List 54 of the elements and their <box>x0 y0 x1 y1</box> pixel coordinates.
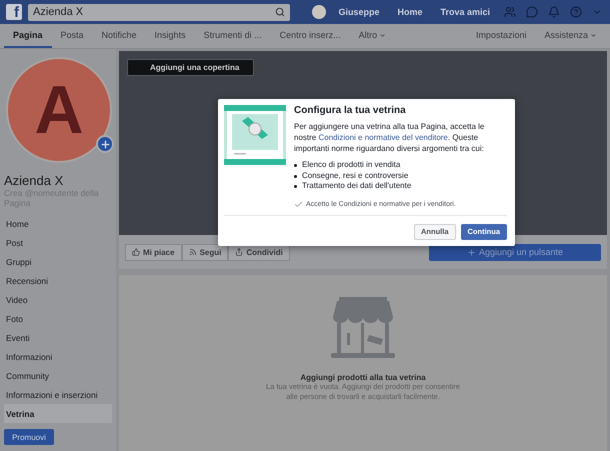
dialog-text: Per aggiungere una vetrina alla tua Pagina, accetta le nostre Condizioni e normative del venditore. Queste importanti norme riguardano diversi argomenti tra cui: <box>294 122 486 154</box>
sidebar-item[interactable]: Video <box>4 290 112 310</box>
bullet-item: Trattamento dei dati dell'utente <box>294 181 507 192</box>
promote-button[interactable]: Promuovi <box>4 429 54 446</box>
page-tab[interactable]: Insights <box>146 24 195 48</box>
page-tab[interactable]: Posta <box>52 24 93 48</box>
page-tab[interactable]: Assistenza <box>535 24 606 48</box>
storefront-icon <box>331 297 395 359</box>
friends-icon[interactable] <box>502 6 518 18</box>
sidebar-item[interactable]: Informazioni e inserzioni <box>4 385 112 404</box>
page-tab[interactable]: Strumenti di ... <box>194 24 271 48</box>
nav-link[interactable]: Trova amici <box>434 7 496 17</box>
bell-icon[interactable] <box>546 6 562 18</box>
add-button[interactable]: Aggiungi un pulsante <box>429 244 601 260</box>
watch-product-illustration <box>224 105 286 165</box>
check-icon[interactable] <box>294 200 303 209</box>
rss-icon <box>188 248 197 256</box>
facebook-logo[interactable]: f <box>6 4 22 20</box>
nav-link[interactable]: Home <box>391 7 428 17</box>
caret-icon <box>379 32 386 38</box>
profile-picture[interactable]: A <box>6 57 112 163</box>
sidebar-item[interactable]: Informazioni <box>4 347 112 366</box>
thumbs-up-icon <box>132 248 140 256</box>
sidebar-item[interactable]: Vetrina <box>4 404 112 424</box>
caret-icon <box>590 32 597 38</box>
add-photo-icon[interactable] <box>96 135 114 153</box>
sidebar-item[interactable]: Eventi <box>4 328 112 348</box>
sidebar-item[interactable]: Community <box>4 366 112 386</box>
action-button[interactable]: Segui <box>182 244 228 260</box>
page-tab[interactable]: Centro inserz... <box>270 24 350 48</box>
sidebar-item[interactable]: Post <box>4 233 112 252</box>
sidebar-item[interactable]: Foto <box>4 309 112 328</box>
action-button[interactable]: Mi piace <box>125 244 182 260</box>
plus-icon <box>466 248 476 256</box>
page-tab[interactable]: Altro <box>350 24 396 48</box>
sidebar-item[interactable]: Recensioni <box>4 271 112 290</box>
avatar-icon[interactable] <box>312 5 326 19</box>
page-name: Azienda X <box>4 173 64 188</box>
profile-link[interactable]: Giuseppe <box>332 7 386 17</box>
sidebar-item[interactable]: Gruppi <box>4 252 112 272</box>
sidebar-item[interactable]: Home <box>4 214 112 234</box>
dialog-title: Configura la tua vetrina <box>294 105 407 116</box>
search-field[interactable]: Azienda X <box>28 4 290 20</box>
chat-bubble-icon[interactable] <box>524 6 540 18</box>
bullet-item: Consegne, resi e controversie <box>294 170 507 182</box>
help-icon[interactable] <box>568 6 584 18</box>
terms-link[interactable]: Condizioni e normative del venditore <box>318 132 448 142</box>
share-icon <box>235 248 244 256</box>
empty-shop-title: Aggiungi prodotti alla tua vetrina <box>300 373 426 382</box>
page-tab[interactable]: Notifiche <box>92 24 146 48</box>
add-cover-button[interactable]: Aggiungi una copertina <box>127 59 254 76</box>
page-tab[interactable]: Impostazioni <box>466 24 536 48</box>
bullet-item: Elenco di prodotti in vendita <box>294 160 507 171</box>
search-icon <box>275 7 285 17</box>
